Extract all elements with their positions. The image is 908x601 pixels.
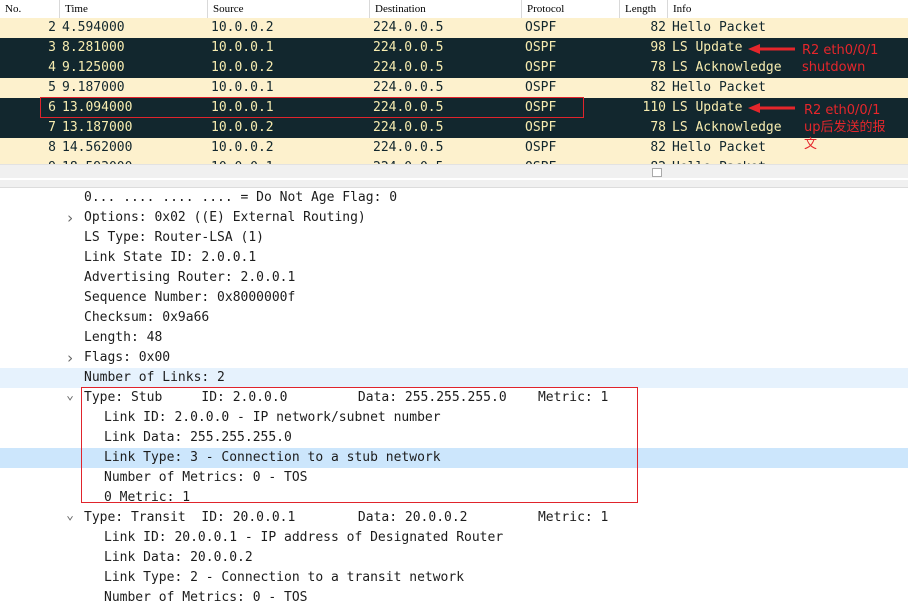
annotation-up: R2 eth0/0/1 up后发送的报 文 — [804, 103, 886, 152]
annotation-shutdown: R2 eth0/0/1 shutdown — [802, 43, 879, 75]
annotation-arrows — [748, 44, 795, 113]
arrow-icon — [748, 103, 795, 113]
arrow-icon — [748, 44, 795, 54]
